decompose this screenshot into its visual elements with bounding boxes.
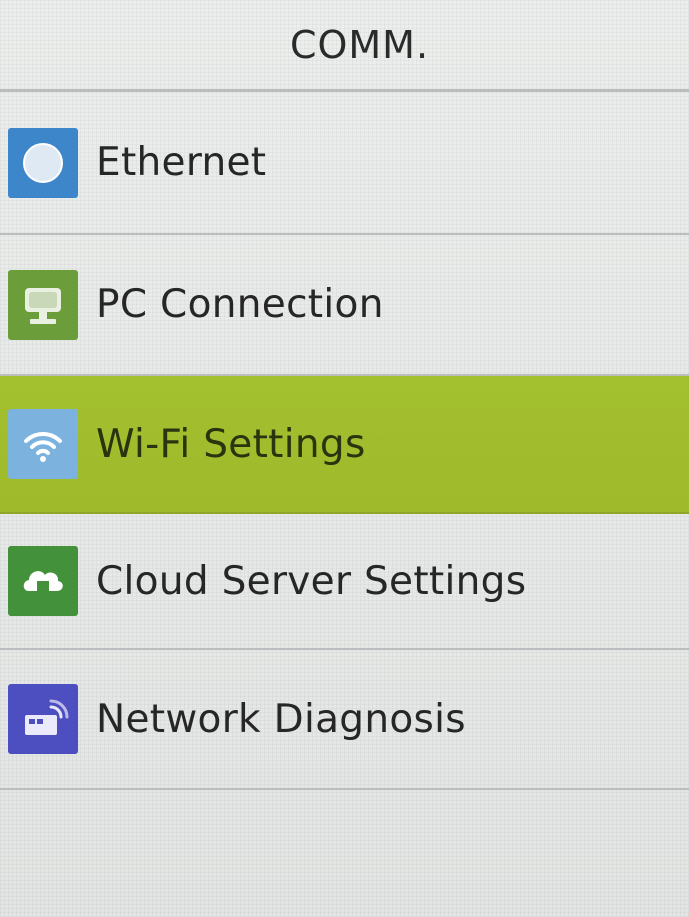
- wifi-icon: [8, 409, 78, 479]
- menu-item-cloud-server-settings[interactable]: Cloud Server Settings: [0, 514, 689, 650]
- menu-item-wifi-settings[interactable]: Wi-Fi Settings: [0, 376, 689, 514]
- cloud-server-icon: [8, 546, 78, 616]
- menu-item-ethernet[interactable]: Ethernet: [0, 92, 689, 235]
- empty-list-area: [0, 790, 689, 917]
- comm-menu-screen: COMM. Ethernet PC Connection Wi-Fi Setti…: [0, 0, 689, 917]
- page-title: COMM.: [289, 22, 430, 67]
- ethernet-icon: [8, 127, 78, 198]
- menu-item-network-diagnosis[interactable]: Network Diagnosis: [0, 650, 689, 790]
- menu-item-label: PC Connection: [96, 282, 384, 327]
- menu-item-label: Ethernet: [96, 140, 267, 185]
- comm-menu-list: Ethernet PC Connection Wi-Fi Settings Cl…: [0, 92, 689, 790]
- menu-item-label: Wi-Fi Settings: [96, 421, 366, 467]
- menu-item-label: Network Diagnosis: [96, 696, 466, 742]
- menu-item-pc-connection[interactable]: PC Connection: [0, 235, 689, 376]
- header-bar: COMM.: [0, 0, 689, 92]
- menu-item-label: Cloud Server Settings: [96, 558, 527, 604]
- network-diagnosis-icon: [8, 684, 78, 754]
- pc-connection-icon: [8, 269, 78, 340]
